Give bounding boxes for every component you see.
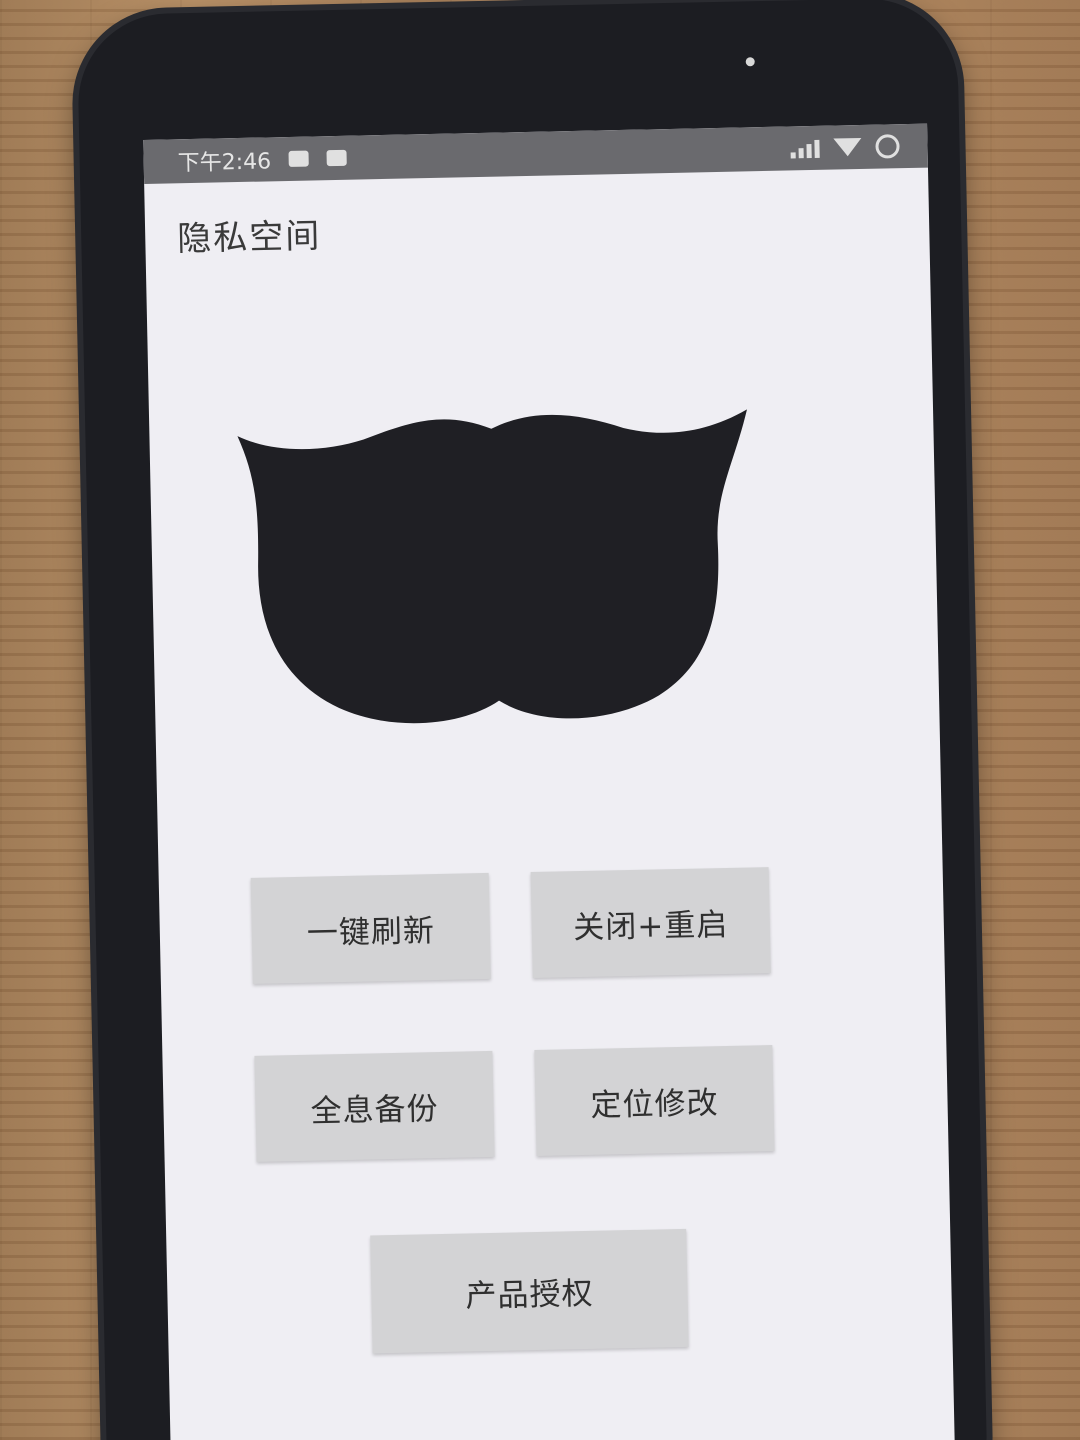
status-bar: 下午2:46: [143, 123, 928, 184]
mask-icon: [237, 409, 747, 724]
battery-icon: [875, 134, 900, 159]
close-restart-button[interactable]: 关闭+重启: [530, 867, 771, 979]
notification-icon: [288, 150, 310, 167]
status-time: 下午2:46: [177, 149, 272, 177]
message-icon: [326, 149, 348, 167]
front-camera-icon: [745, 57, 755, 67]
backup-button[interactable]: 全息备份: [254, 1050, 495, 1162]
status-right: [790, 134, 900, 160]
page-title: 隐私空间: [176, 216, 322, 260]
status-left: 下午2:46: [177, 142, 348, 178]
phone-device: 下午2:46 隐私空间 一键刷新 关闭+重启 全息备份 定位修改 产品授权: [76, 0, 988, 1440]
signal-icon: [790, 138, 820, 159]
location-modify-button[interactable]: 定位修改: [534, 1045, 775, 1156]
phone-screen: 下午2:46 隐私空间 一键刷新 关闭+重启 全息备份 定位修改 产品授权: [143, 123, 956, 1440]
wifi-icon: [833, 137, 862, 157]
refresh-button[interactable]: 一键刷新: [250, 872, 491, 984]
product-license-button[interactable]: 产品授权: [370, 1228, 689, 1354]
